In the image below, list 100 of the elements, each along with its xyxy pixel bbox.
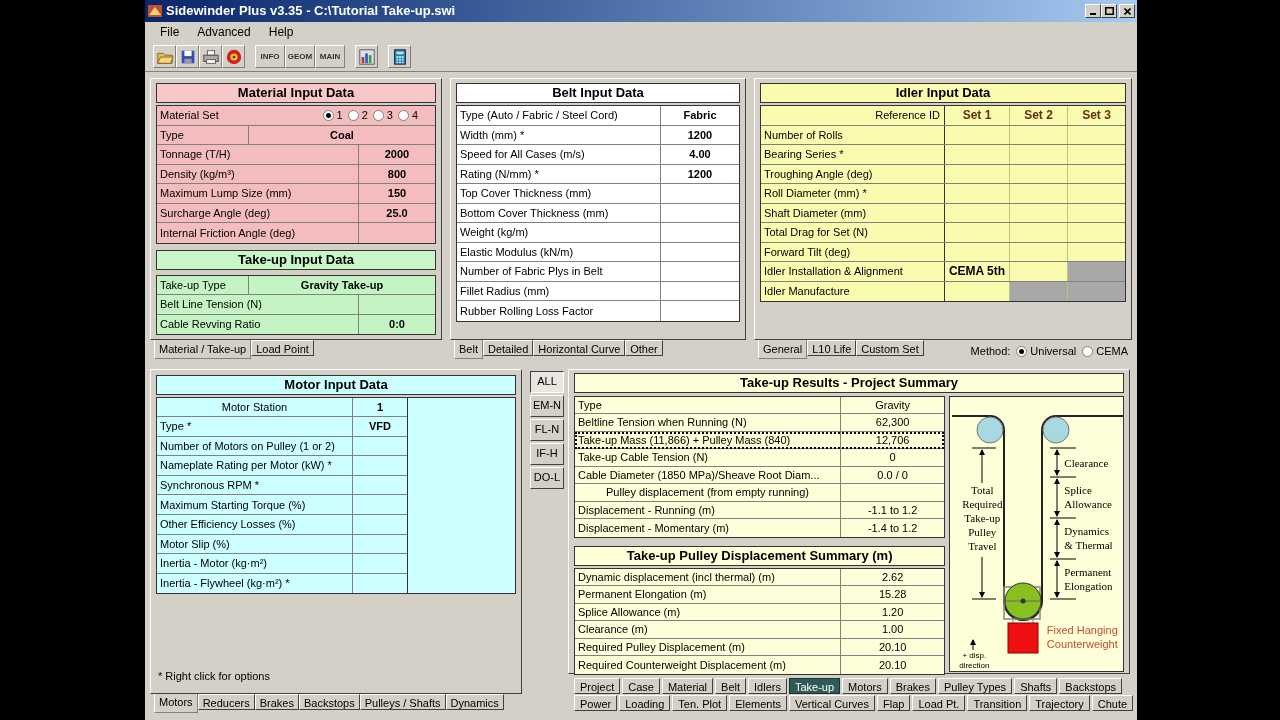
printer-icon[interactable] bbox=[199, 45, 222, 68]
field-label: Top Cover Thickness (mm) bbox=[457, 184, 661, 203]
value-cell[interactable]: 4.00 bbox=[661, 145, 739, 164]
value-cell[interactable]: 0 bbox=[841, 449, 945, 466]
value-cell[interactable]: 1 bbox=[353, 397, 407, 417]
radio-icon[interactable] bbox=[372, 109, 384, 121]
calculator-icon[interactable] bbox=[388, 45, 411, 68]
minimize-button[interactable] bbox=[1085, 4, 1101, 18]
radio-icon[interactable] bbox=[397, 109, 409, 121]
tab[interactable]: Loading bbox=[619, 694, 671, 711]
radio-button[interactable]: 2 bbox=[347, 107, 368, 124]
value-cell[interactable]: 1.20 bbox=[841, 603, 945, 620]
radio-button[interactable]: 4 bbox=[397, 107, 418, 124]
tab[interactable]: Custom Set bbox=[856, 340, 924, 356]
value-cell[interactable]: -1.4 to 1.2 bbox=[841, 519, 945, 537]
field-label: Width (mm) * bbox=[457, 125, 661, 144]
value-cell[interactable]: -1.1 to 1.2 bbox=[841, 501, 945, 518]
tab[interactable]: Ten. Plot bbox=[672, 694, 728, 711]
menu-item[interactable]: File bbox=[159, 23, 181, 41]
radio-icon[interactable] bbox=[1016, 345, 1028, 357]
toolbar-button[interactable]: GEOM bbox=[285, 45, 315, 68]
value-cell[interactable]: 2000 bbox=[359, 145, 435, 164]
value-cell[interactable]: 0:0 bbox=[359, 314, 435, 334]
menu-item[interactable]: Help bbox=[267, 23, 295, 41]
tab[interactable]: General bbox=[758, 340, 808, 359]
tab[interactable]: Project bbox=[574, 677, 621, 694]
field-label: Take-up Type bbox=[157, 275, 249, 294]
maximize-button[interactable] bbox=[1101, 4, 1117, 18]
value-cell[interactable]: 1.00 bbox=[841, 621, 945, 638]
tab[interactable]: Material / Take-up bbox=[154, 340, 252, 359]
tab[interactable]: Vertical Curves bbox=[789, 694, 875, 711]
value-cell[interactable]: Coal bbox=[249, 125, 435, 144]
value-cell[interactable]: 20.10 bbox=[841, 656, 945, 674]
folder-icon[interactable] bbox=[153, 45, 176, 68]
tab[interactable]: Take-up bbox=[788, 677, 841, 694]
field-label: Weight (kg/m) bbox=[457, 223, 661, 242]
value-cell[interactable]: 20.10 bbox=[841, 638, 945, 655]
tab[interactable]: Pulley Types bbox=[937, 677, 1013, 694]
diagram-label: Permanent Elongation bbox=[1064, 564, 1114, 593]
radio-icon[interactable] bbox=[322, 109, 334, 121]
field-label: Type (Auto / Fabric / Steel Cord) bbox=[457, 106, 661, 125]
field-label: Surcharge Angle (deg) bbox=[157, 203, 359, 222]
case-button[interactable]: EM-N bbox=[530, 394, 564, 417]
pulley bbox=[1042, 416, 1070, 443]
value-cell[interactable]: 2.62 bbox=[841, 568, 945, 585]
value-cell[interactable]: 800 bbox=[359, 164, 435, 183]
tab[interactable]: Other bbox=[625, 340, 663, 356]
value-cell[interactable]: 150 bbox=[359, 184, 435, 203]
tab[interactable]: Horizontal Curve bbox=[533, 340, 626, 356]
radio-button[interactable]: CEMA bbox=[1082, 343, 1128, 360]
tab[interactable]: Material bbox=[661, 677, 714, 694]
tab[interactable]: Shafts bbox=[1014, 677, 1058, 694]
radio-button[interactable]: 1 bbox=[322, 107, 343, 124]
tab[interactable]: Case bbox=[622, 677, 660, 694]
value-cell[interactable]: 1200 bbox=[661, 164, 739, 183]
case-button[interactable]: FL-N bbox=[530, 418, 564, 441]
radio-button[interactable]: 3 bbox=[372, 107, 393, 124]
case-button[interactable]: ALL bbox=[530, 370, 564, 393]
save-icon[interactable] bbox=[176, 45, 199, 68]
tab[interactable]: Idlers bbox=[748, 677, 787, 694]
field-label: Required Pulley Displacement (m) bbox=[575, 638, 841, 655]
value-cell[interactable]: 25.0 bbox=[359, 203, 435, 222]
tab[interactable]: Motors bbox=[842, 677, 888, 694]
tab[interactable]: Belt bbox=[454, 340, 483, 359]
tab[interactable]: Trajectory bbox=[1029, 694, 1090, 711]
radio-button[interactable]: Universal bbox=[1016, 343, 1077, 360]
value-cell[interactable]: VFD bbox=[353, 417, 407, 436]
chart-icon[interactable] bbox=[355, 45, 378, 68]
tab[interactable]: Chute bbox=[1091, 694, 1134, 711]
value-cell[interactable]: 12,706 bbox=[841, 431, 945, 448]
field-label: Fillet Radius (mm) bbox=[457, 281, 661, 300]
tab[interactable]: Belt bbox=[715, 677, 747, 694]
panel-title: Take-up Results - Project Summary bbox=[574, 372, 1124, 393]
tab[interactable]: Flap bbox=[877, 694, 911, 711]
value-cell[interactable]: Fabric bbox=[661, 106, 739, 125]
toolbar-button[interactable]: INFO bbox=[255, 45, 285, 68]
case-button[interactable]: DO-L bbox=[530, 466, 564, 489]
tab[interactable]: Backstops bbox=[1059, 677, 1123, 694]
value-cell[interactable]: 1200 bbox=[661, 125, 739, 144]
tab[interactable]: Brakes bbox=[889, 677, 936, 694]
toolbar-button[interactable]: MAIN bbox=[315, 45, 345, 68]
value-cell[interactable]: 62,300 bbox=[841, 414, 945, 431]
tab[interactable]: Elements bbox=[729, 694, 787, 711]
value-cell[interactable]: Gravity Take-up bbox=[249, 275, 435, 294]
radio-icon[interactable] bbox=[347, 109, 359, 121]
radio-icon[interactable] bbox=[1082, 345, 1094, 357]
tab[interactable]: L10 Life bbox=[807, 340, 857, 356]
tab[interactable]: Detailed bbox=[482, 340, 534, 356]
tab[interactable]: Power bbox=[574, 694, 618, 711]
case-button[interactable]: IF-H bbox=[530, 442, 564, 465]
tab[interactable]: Load Point bbox=[251, 340, 314, 356]
menu-item[interactable]: Advanced bbox=[196, 23, 252, 41]
close-button[interactable] bbox=[1119, 4, 1135, 18]
value-cell[interactable]: 15.28 bbox=[841, 586, 945, 603]
tab[interactable]: Load Pt. bbox=[912, 694, 966, 711]
field-label: Troughing Angle (deg) bbox=[761, 164, 945, 183]
value-cell[interactable]: CEMA 5th bbox=[945, 262, 1010, 281]
tab[interactable]: Transition bbox=[967, 694, 1028, 711]
value-cell[interactable]: 0.0 / 0 bbox=[841, 466, 945, 483]
value-cell[interactable]: Gravity bbox=[841, 396, 945, 413]
